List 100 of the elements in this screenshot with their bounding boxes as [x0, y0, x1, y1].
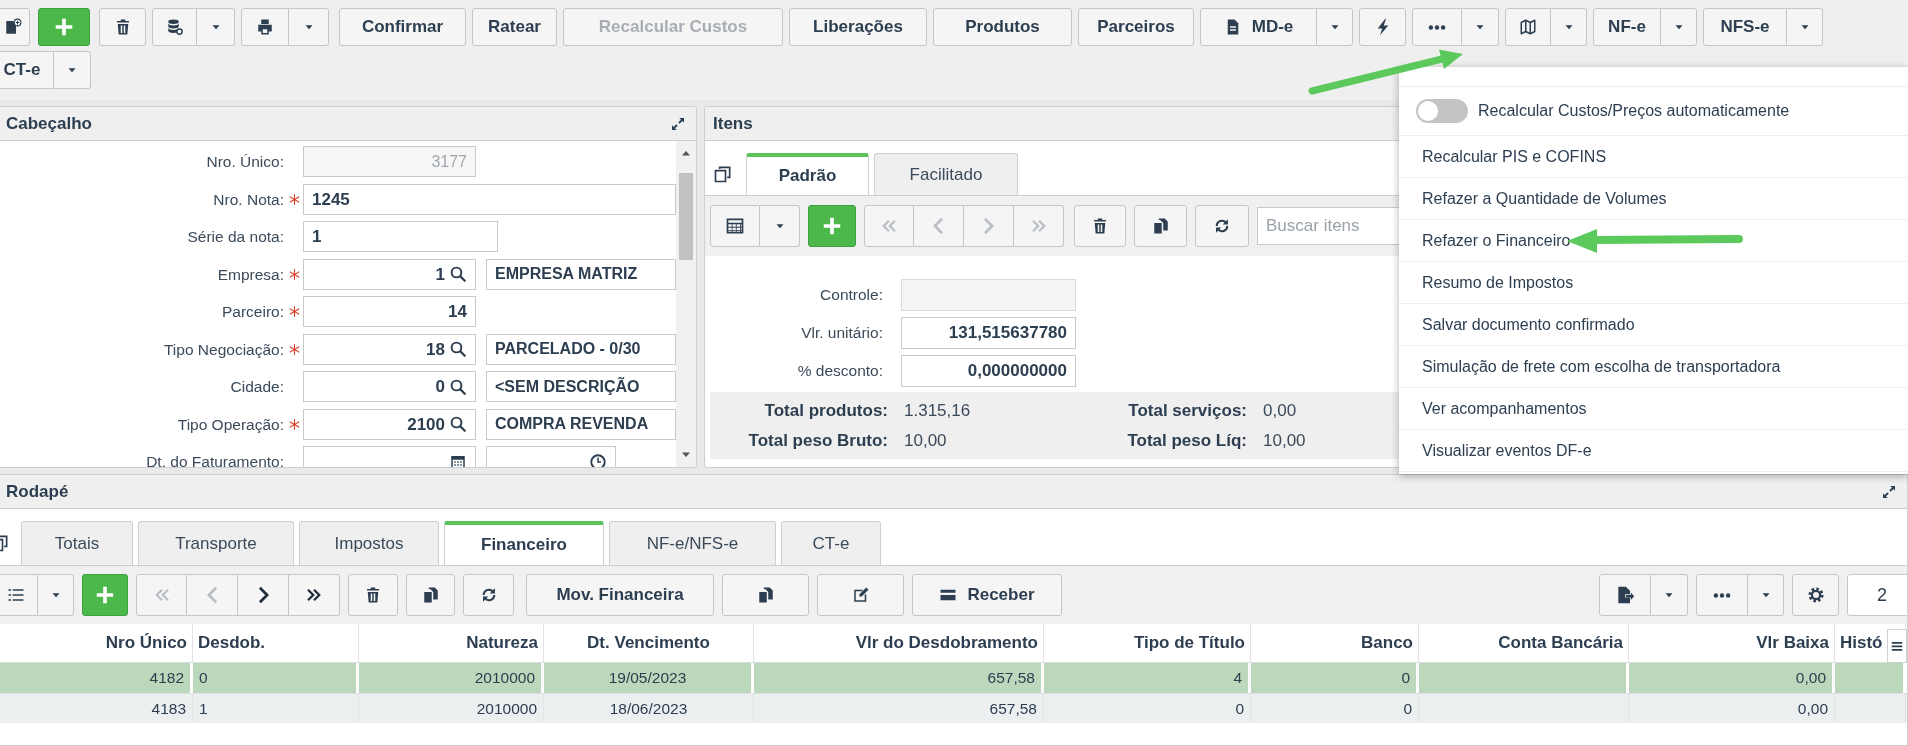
print-button[interactable] [241, 8, 289, 46]
tab[interactable]: NF-e/NFS-e [609, 521, 776, 565]
delete-button[interactable] [99, 8, 146, 46]
input-field[interactable]: 1245 [303, 183, 676, 215]
edit-button[interactable] [817, 574, 904, 616]
menu-item[interactable]: Ver acompanhamentos [1399, 388, 1908, 430]
input-field[interactable]: 0,000000000 [901, 355, 1076, 387]
more-button[interactable] [1696, 574, 1748, 616]
field-value: PARCELADO - 0/30 [495, 339, 641, 360]
nfe-button[interactable]: NF-e [1593, 8, 1661, 46]
export-button[interactable] [1599, 574, 1651, 616]
database-search-icon [165, 18, 184, 36]
toolbar-button[interactable]: Liberações [789, 8, 927, 46]
toolbar-button[interactable]: Ratear [472, 8, 557, 46]
add-button[interactable] [38, 8, 90, 46]
column-header[interactable]: Banco [1361, 630, 1413, 656]
list-view-button[interactable] [0, 574, 38, 616]
input-field[interactable]: 1 [303, 221, 498, 253]
refresh-button[interactable] [463, 574, 514, 616]
tab[interactable]: Impostos [299, 521, 439, 565]
menu-item[interactable]: Refazer a Quantidade de Volumes [1399, 178, 1908, 220]
menu-item[interactable]: Simulação de frete com escolha de transportadora [1399, 346, 1908, 388]
total-label: Total peso Líq: [1126, 429, 1247, 452]
total-label: Total serviços: [1127, 400, 1247, 422]
add-button[interactable] [82, 574, 128, 616]
toolbar-button[interactable]: Parceiros [1078, 8, 1194, 46]
search-icon [449, 265, 467, 284]
description-field[interactable]: PARCELADO - 0/30 [486, 333, 676, 365]
menu-item[interactable]: Salvar documento confirmado [1399, 304, 1908, 346]
input-field[interactable]: 14 [303, 296, 476, 328]
toolbar-button[interactable]: Receber [912, 574, 1062, 616]
lookup-field[interactable]: 18 [303, 333, 476, 365]
column-header[interactable]: Conta Bancária [1498, 630, 1623, 656]
column-header[interactable]: Tipo de Título [1133, 630, 1245, 656]
scrollbar-thumb[interactable] [679, 173, 693, 260]
delete-button[interactable] [348, 574, 398, 616]
last-page-button[interactable] [289, 574, 340, 616]
menu-item-label: Recalcular Custos/Preços automaticamente [1478, 101, 1790, 121]
delete-button[interactable] [1074, 205, 1126, 247]
last-page-icon [1029, 217, 1048, 235]
column-header[interactable]: Desdob. [198, 630, 266, 656]
table-view-button[interactable] [710, 205, 760, 247]
table-cell-text: 0 [1235, 698, 1244, 719]
tab[interactable]: CT-e [781, 521, 881, 565]
page-field[interactable]: 2 [1847, 574, 1907, 616]
new-document-button[interactable] [0, 8, 30, 46]
field-value: 0,000000000 [967, 360, 1067, 383]
table-cell-text: 4182 [149, 668, 184, 689]
column-header[interactable]: Histó [1840, 630, 1883, 656]
toggle-switch[interactable] [1416, 99, 1468, 123]
column-menu-button[interactable] [1887, 629, 1907, 663]
scrollbar[interactable] [676, 141, 696, 467]
tab[interactable]: Financeiro [444, 521, 604, 565]
toolbar-button[interactable]: Mov. Financeira [526, 574, 714, 616]
tab[interactable]: Totais [21, 521, 133, 565]
menu-item[interactable]: Visualizar eventos DF-e [1399, 430, 1908, 472]
next-button[interactable] [238, 574, 289, 616]
toolbar-button[interactable]: Confirmar [339, 8, 466, 46]
field-label: Vlr. unitário: [800, 323, 883, 344]
input-field[interactable]: 131,515637780 [901, 317, 1076, 349]
menu-item[interactable]: Resumo de Impostos [1399, 262, 1908, 304]
field-label: Tipo Negociação: [162, 339, 285, 360]
column-header[interactable]: Vlr do Desdobramento [855, 630, 1038, 656]
field-value: 2100 [407, 413, 445, 436]
description-field[interactable]: <SEM DESCRIÇÃO [486, 371, 676, 403]
field-label: Dt. do Faturamento: [145, 452, 285, 467]
next-icon [983, 217, 994, 235]
input-field[interactable] [901, 279, 1076, 311]
duplicate-button[interactable] [406, 574, 455, 616]
refresh-button[interactable] [1195, 205, 1249, 247]
database-button[interactable] [152, 8, 197, 46]
tab[interactable]: Transporte [138, 521, 294, 565]
column-header[interactable]: Nro Único [105, 630, 187, 656]
lookup-field[interactable]: 1 [303, 258, 476, 290]
map-button[interactable] [1505, 8, 1551, 46]
description-field[interactable]: EMPRESA MATRIZ [486, 258, 676, 290]
nfse-button[interactable]: NFS-e [1703, 8, 1787, 46]
table-row[interactable]: 4183 1 2010000 18/06/2023 657,58 0 0 0,00 [0, 693, 1907, 723]
description-field[interactable]: COMPRA REVENDA [486, 408, 676, 440]
settings-button[interactable] [1792, 574, 1839, 616]
menu-item[interactable]: Recalcular PIS e COFINS [1399, 136, 1908, 178]
tab[interactable]: Facilitado [874, 153, 1018, 195]
column-header[interactable]: Vlr Baixa [1756, 630, 1829, 656]
duplicate-icon [1151, 217, 1170, 235]
tab[interactable]: Padrão [746, 153, 869, 195]
toolbar-button[interactable]: Produtos [933, 8, 1072, 46]
lookup-field[interactable]: 0 [303, 371, 476, 403]
field-value: 1 [312, 226, 322, 248]
edit-icon [851, 586, 870, 604]
more-button[interactable] [1412, 8, 1462, 46]
duplicate-button[interactable] [1134, 205, 1187, 247]
lightning-button[interactable] [1359, 8, 1406, 46]
column-header[interactable]: Dt. Vencimento [587, 630, 710, 656]
mde-button[interactable]: MD-e [1200, 8, 1317, 46]
cte-button[interactable]: CT-e [0, 51, 54, 89]
lookup-field[interactable]: 2100 [303, 408, 476, 440]
add-button[interactable] [808, 205, 856, 247]
column-header[interactable]: Natureza [466, 630, 538, 656]
duplicate-icon [756, 586, 775, 604]
documents-button[interactable] [722, 574, 809, 616]
